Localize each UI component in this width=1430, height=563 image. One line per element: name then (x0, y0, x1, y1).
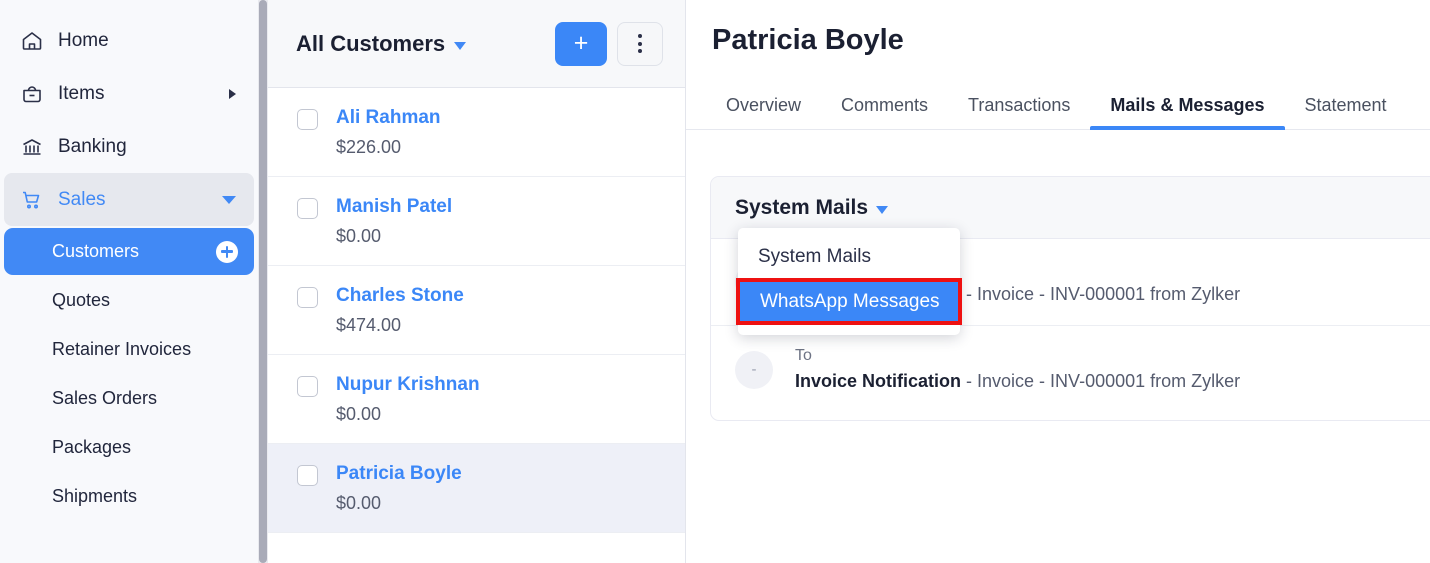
mail-type-label: System Mails (735, 196, 868, 220)
sidebar-item-label: Sales (58, 189, 106, 211)
mail-type-dropdown[interactable]: System Mails (735, 196, 888, 220)
chevron-right-icon (229, 89, 236, 99)
mail-subject-title: Invoice Notification (795, 371, 961, 391)
customer-name[interactable]: Ali Rahman (336, 106, 441, 130)
sidebar-item-customers[interactable]: Customers (4, 228, 254, 275)
customer-amount: $0.00 (336, 404, 480, 425)
customer-amount: $0.00 (336, 226, 452, 247)
tab-statement[interactable]: Statement (1285, 95, 1407, 129)
table-row[interactable]: Charles Stone $474.00 (268, 266, 685, 355)
cart-icon (20, 187, 50, 213)
sidebar-subitem-label: Shipments (52, 486, 137, 507)
sidebar-subitem-label: Retainer Invoices (52, 339, 191, 360)
mail-to-label: To (795, 347, 1240, 365)
mail-subject: Invoice Notification - Invoice - INV-000… (795, 371, 1240, 392)
row-checkbox[interactable] (297, 109, 318, 130)
row-checkbox[interactable] (297, 465, 318, 486)
sidebar-item-sales-orders[interactable]: Sales Orders (4, 375, 254, 422)
mail-subject-detail: - Invoice - INV-000001 from Zylker (961, 371, 1240, 391)
customer-list-header: All Customers + (268, 0, 685, 88)
add-customer-button[interactable]: + (555, 22, 607, 66)
tab-mails-messages[interactable]: Mails & Messages (1090, 95, 1284, 129)
dropdown-option-whatsapp-messages[interactable]: WhatsApp Messages (736, 278, 962, 325)
customer-amount: $474.00 (336, 315, 464, 336)
chevron-down-icon (454, 42, 466, 50)
sidebar-subitem-label: Quotes (52, 290, 110, 311)
bag-icon (20, 81, 50, 107)
app-root: Home Items Banking (0, 0, 1430, 563)
sidebar-subitem-label: Sales Orders (52, 388, 157, 409)
add-customer-icon[interactable] (216, 241, 238, 263)
row-content: Ali Rahman $226.00 (336, 106, 441, 158)
customer-amount: $0.00 (336, 493, 462, 514)
tab-bar: Overview Comments Transactions Mails & M… (686, 85, 1430, 130)
row-checkbox[interactable] (297, 287, 318, 308)
sidebar-item-packages[interactable]: Packages (4, 424, 254, 471)
sidebar-scrollbar[interactable] (258, 0, 268, 563)
table-row[interactable]: Patricia Boyle $0.00 (268, 444, 685, 533)
tab-transactions[interactable]: Transactions (948, 95, 1090, 129)
mail-row-content: To Invoice Notification - Invoice - INV-… (795, 347, 1240, 392)
customer-filter-label: All Customers (296, 31, 445, 57)
customer-filter-dropdown[interactable]: All Customers (296, 31, 466, 57)
dot-icon (638, 42, 642, 46)
table-row[interactable]: Nupur Krishnan $0.00 (268, 355, 685, 444)
dot-icon (638, 49, 642, 53)
row-checkbox[interactable] (297, 198, 318, 219)
table-row[interactable]: Manish Patel $0.00 (268, 177, 685, 266)
customer-list-panel: All Customers + Ali Rahman $226.00 (268, 0, 686, 563)
sidebar-item-items[interactable]: Items (4, 67, 254, 120)
mail-type-dropdown-menu: System Mails WhatsApp Messages (738, 228, 960, 335)
sidebar-item-home[interactable]: Home (4, 14, 254, 67)
row-content: Patricia Boyle $0.00 (336, 462, 462, 514)
sidebar-item-retainer-invoices[interactable]: Retainer Invoices (4, 326, 254, 373)
sidebar: Home Items Banking (0, 0, 258, 563)
sidebar-item-sales[interactable]: Sales (4, 173, 254, 226)
sidebar-subitem-label: Customers (52, 241, 139, 262)
sidebar-item-banking[interactable]: Banking (4, 120, 254, 173)
row-content: Manish Patel $0.00 (336, 195, 452, 247)
row-content: Charles Stone $474.00 (336, 284, 464, 336)
tab-comments[interactable]: Comments (821, 95, 948, 129)
customer-name[interactable]: Patricia Boyle (336, 462, 462, 486)
chevron-down-icon (222, 196, 236, 204)
sidebar-scrollbar-thumb[interactable] (259, 0, 267, 563)
bank-icon (20, 134, 50, 160)
table-row[interactable]: Ali Rahman $226.00 (268, 88, 685, 177)
chevron-down-icon (876, 206, 888, 214)
customer-amount: $226.00 (336, 137, 441, 158)
customer-name[interactable]: Nupur Krishnan (336, 373, 480, 397)
customer-name[interactable]: Charles Stone (336, 284, 464, 308)
customer-name[interactable]: Manish Patel (336, 195, 452, 219)
tab-overview[interactable]: Overview (706, 95, 821, 129)
more-options-button[interactable] (617, 22, 663, 66)
sidebar-item-quotes[interactable]: Quotes (4, 277, 254, 324)
dropdown-option-system-mails[interactable]: System Mails (738, 236, 960, 278)
mail-row[interactable]: - To Invoice Notification - Invoice - IN… (711, 326, 1430, 413)
sidebar-item-label: Banking (58, 136, 127, 158)
sidebar-item-shipments[interactable]: Shipments (4, 473, 254, 520)
sidebar-item-label: Home (58, 30, 109, 52)
home-icon (20, 28, 50, 54)
sidebar-subitem-label: Packages (52, 437, 131, 458)
avatar: - (735, 351, 773, 389)
page-title: Patricia Boyle (686, 0, 1430, 57)
row-checkbox[interactable] (297, 376, 318, 397)
dot-icon (638, 34, 642, 38)
row-content: Nupur Krishnan $0.00 (336, 373, 480, 425)
mail-subject-detail: - Invoice - INV-000001 from Zylker (961, 284, 1240, 304)
sidebar-item-label: Items (58, 83, 104, 105)
list-header-actions: + (555, 22, 663, 66)
